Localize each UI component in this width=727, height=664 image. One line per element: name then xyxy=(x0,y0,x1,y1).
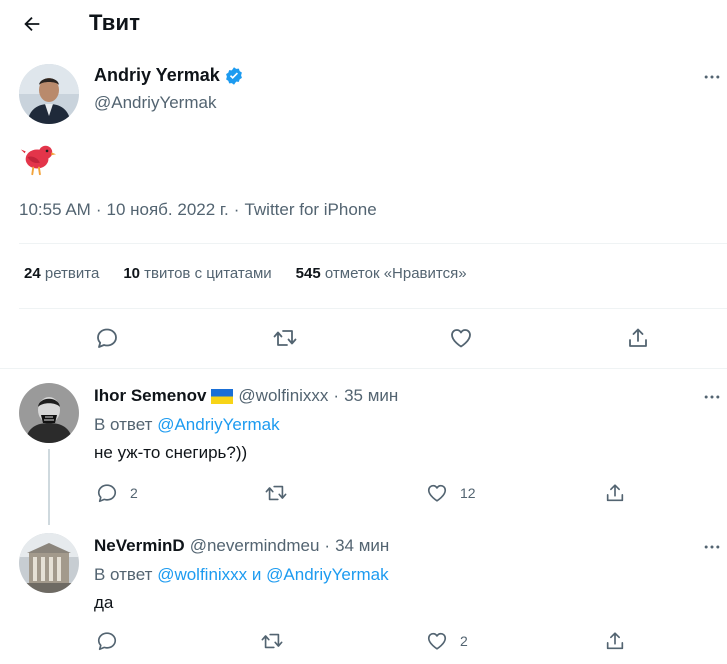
more-button[interactable] xyxy=(697,382,727,412)
author-handle[interactable]: @AndriyYermak xyxy=(94,93,216,113)
reply-button[interactable] xyxy=(96,630,124,652)
back-arrow-icon xyxy=(24,16,40,32)
share-button[interactable] xyxy=(604,630,626,652)
retweets-label: ретвита xyxy=(44,265,100,282)
reply-sep: · xyxy=(324,536,331,555)
reply-icon xyxy=(97,632,117,651)
divider xyxy=(19,243,727,244)
share-button[interactable] xyxy=(626,326,650,350)
tweet-actions xyxy=(0,322,727,356)
reply-count: 2 xyxy=(130,485,138,501)
reply-author-name[interactable]: Ihor Semenov xyxy=(94,386,206,406)
like-count: 2 xyxy=(460,633,468,649)
reply-text: да xyxy=(94,593,114,612)
retweet-icon xyxy=(273,330,297,346)
like-icon xyxy=(427,632,447,650)
retweet-button[interactable] xyxy=(260,630,290,652)
retweet-icon xyxy=(265,485,287,501)
retweet-button[interactable] xyxy=(272,326,298,350)
divider xyxy=(19,308,727,309)
tweet-stats: 24 ретвита 10 твитов с цитатами 545 отме… xyxy=(24,265,467,282)
reply-text: не уж-то снегирь?)) xyxy=(94,443,248,462)
retweets-count: 24 xyxy=(24,265,41,282)
reply-author-name[interactable]: NeVerminD xyxy=(94,536,185,556)
reply-button[interactable] xyxy=(95,326,119,350)
meta-sep: · xyxy=(233,200,240,219)
reply-time[interactable]: 34 мин xyxy=(335,536,389,556)
thread-line xyxy=(48,449,50,525)
reply-header: Ihor Semenov 🇺🇦 @wolfinixxx · 35 мин xyxy=(94,386,398,406)
like-count: 12 xyxy=(460,485,476,501)
reply-time[interactable]: 35 мин xyxy=(344,386,398,406)
more-icon xyxy=(704,395,720,399)
replying-to-handle[interactable]: @wolfinixxx xyxy=(157,565,247,584)
quotes-label: твитов с цитатами xyxy=(144,265,272,282)
quotes-count: 10 xyxy=(123,265,140,282)
verified-badge-icon xyxy=(225,66,242,85)
tweet-time[interactable]: 10:55 AM xyxy=(19,200,91,220)
quotes-stat[interactable]: 10 твитов с цитатами xyxy=(123,265,271,282)
page-title: Твит xyxy=(89,10,141,35)
tweet-meta: 10:55 AM · 10 нояб. 2022 г. · Twitter fo… xyxy=(19,200,377,220)
share-button[interactable] xyxy=(604,482,626,504)
ukraine-flag-icon xyxy=(211,388,234,404)
like-button[interactable]: 12 xyxy=(426,482,476,504)
like-button[interactable]: 2 xyxy=(426,630,468,652)
tweet-content: 🐦 xyxy=(19,140,59,180)
reply-author-handle[interactable]: @nevermindmeu xyxy=(190,536,320,556)
author-avatar[interactable] xyxy=(19,64,79,124)
replying-to-joiner: и xyxy=(251,565,262,584)
reply-avatar[interactable] xyxy=(19,533,79,593)
replying-to-prefix: В ответ xyxy=(94,415,153,434)
replying-to: В ответ @AndriyYermak xyxy=(94,415,280,435)
meta-sep: · xyxy=(95,200,102,219)
top-bar: Твит xyxy=(0,0,727,48)
more-button[interactable] xyxy=(697,62,727,92)
divider xyxy=(0,368,727,369)
retweet-button[interactable] xyxy=(264,482,294,504)
reply-avatar[interactable] xyxy=(19,383,79,443)
author-name-row: Andriy Yermak xyxy=(94,65,244,86)
tweet-source[interactable]: Twitter for iPhone xyxy=(244,200,376,220)
back-button[interactable] xyxy=(14,6,50,42)
reply-sep: · xyxy=(333,386,340,405)
more-icon xyxy=(704,75,720,79)
tweet-date[interactable]: 10 нояб. 2022 г. xyxy=(107,200,229,220)
share-icon xyxy=(606,632,624,650)
reply-icon xyxy=(97,484,117,503)
more-button[interactable] xyxy=(697,532,727,562)
red-bird-emoji-icon xyxy=(20,145,57,176)
reply-author-handle[interactable]: @wolfinixxx xyxy=(238,386,328,406)
retweet-icon xyxy=(261,633,283,649)
likes-label: отметок «Нравится» xyxy=(324,265,467,282)
replying-to-handle[interactable]: @AndriyYermak xyxy=(157,415,279,434)
share-icon xyxy=(606,484,624,502)
reply-header: NeVerminD @nevermindmeu · 34 мин xyxy=(94,536,389,556)
likes-stat[interactable]: 545 отметок «Нравится» xyxy=(296,265,467,282)
likes-count: 545 xyxy=(295,265,321,282)
more-icon xyxy=(704,545,720,549)
replying-to-handle[interactable]: @AndriyYermak xyxy=(266,565,388,584)
author-name[interactable]: Andriy Yermak xyxy=(94,65,220,86)
like-button[interactable] xyxy=(449,326,473,350)
reply-button[interactable]: 2 xyxy=(96,482,138,504)
replying-to: В ответ @wolfinixxx и @AndriyYermak xyxy=(94,565,389,585)
retweets-stat[interactable]: 24 ретвита xyxy=(24,265,99,282)
share-icon xyxy=(629,328,647,347)
like-icon xyxy=(451,329,471,348)
reply-icon xyxy=(97,328,117,348)
replying-to-prefix: В ответ xyxy=(94,565,153,584)
like-icon xyxy=(427,484,447,502)
